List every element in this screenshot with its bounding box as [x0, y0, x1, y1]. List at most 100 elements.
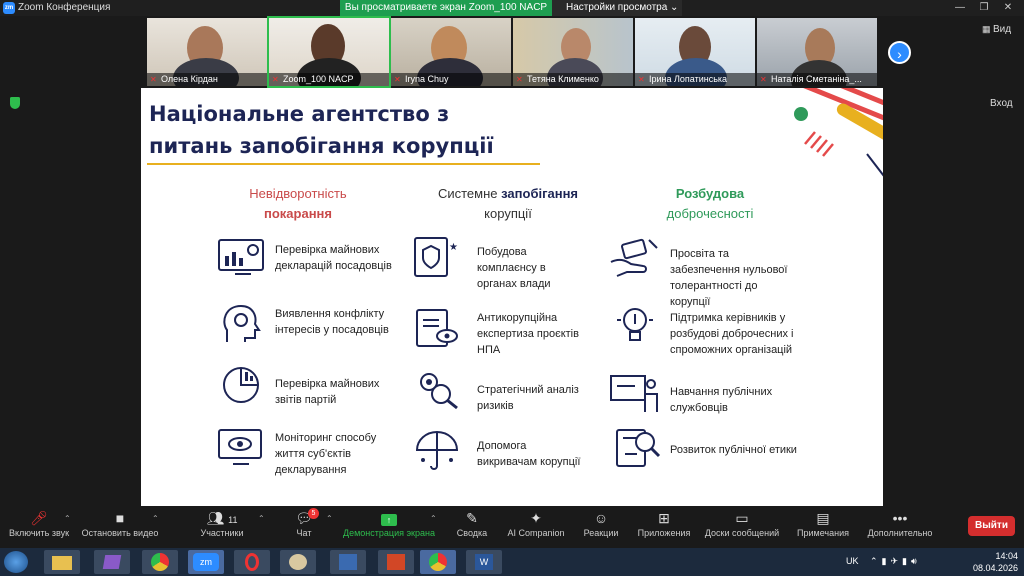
leave-button[interactable]: Выйти: [968, 516, 1015, 536]
participant-tile[interactable]: ✕ Тетяна Клименко: [513, 18, 633, 86]
column-header-integrity: Розбудова доброчесності: [625, 184, 795, 224]
toolbar-label: Реакции: [583, 528, 619, 538]
toolbar-label: Демонстрация экрана: [343, 528, 435, 538]
slide-title-line2: питань запобігання корупції: [149, 134, 494, 158]
item-text: Розвиток публічної етики: [670, 444, 797, 456]
item-text: Побудова комплаєнсу в органах влади: [477, 246, 551, 290]
ai-companion-button[interactable]: ✦ AI Companion: [504, 506, 568, 548]
powerpoint-icon[interactable]: [378, 550, 414, 574]
column-header-line: корупції: [484, 206, 532, 221]
mic-off-icon: ✕: [272, 75, 279, 84]
meeting-toolbar: 🎤︎ Включить звук ⌃ ■ Остановить видео ⌃ 👥︎…: [0, 506, 1024, 548]
share-screen-icon: ↑: [340, 506, 438, 528]
whiteboards-button[interactable]: ▭ Доски сообщений: [702, 506, 782, 548]
zoom-app-icon: zm: [3, 2, 15, 14]
view-settings-button[interactable]: Настройки просмотра ⌄: [552, 0, 682, 16]
media-app-icon[interactable]: [330, 550, 366, 574]
document-shield-icon: ★: [414, 237, 458, 277]
chat-icon: 💬︎: [295, 510, 313, 526]
column-header-line: Невідворотність: [249, 186, 347, 201]
participants-button[interactable]: 👥︎ 11 Участники: [192, 506, 252, 548]
item-text: Навчання публічних службовців: [670, 386, 773, 414]
word-icon[interactable]: W: [466, 550, 502, 574]
item-text: Стратегічний аналіз ризиків: [477, 384, 579, 412]
shared-slide: Національне агентство з питань запобіган…: [141, 88, 883, 506]
summary-icon: ✎: [466, 510, 478, 526]
apps-icon: ⊞: [658, 510, 670, 526]
sparkle-icon: ✦: [530, 510, 542, 526]
toolbar-label: Сводка: [456, 528, 488, 538]
zoom-taskbar-icon[interactable]: zm: [188, 550, 224, 574]
chevron-up-icon[interactable]: ⌃: [258, 514, 265, 523]
lightbulb-icon: [617, 308, 653, 341]
participant-tile[interactable]: ✕ Zoom_100 NACP: [267, 16, 391, 88]
exit-fullscreen-button[interactable]: Вход: [990, 98, 1013, 109]
clock-time: 14:04: [995, 551, 1018, 561]
participant-name: Ірина Лопатинська: [649, 74, 728, 84]
toolbar-label: Чат: [296, 528, 312, 538]
item-text: Підтримка керівників у розбудові доброче…: [670, 312, 794, 356]
summary-button[interactable]: ✎ Сводка: [452, 506, 492, 548]
mic-off-icon: ✕: [516, 75, 523, 84]
language-indicator[interactable]: UK: [846, 556, 859, 566]
item-text: Допомога викривачам корупції: [477, 440, 581, 468]
document-scales-icon: [616, 429, 661, 467]
slide-title-line1: Національне агентство з: [149, 102, 450, 126]
stop-video-button[interactable]: ■ Остановить видео: [80, 506, 160, 548]
item-text: Перевірка майнових декларацій посадовців: [275, 244, 392, 272]
participant-name: Наталія Сметаніна_...: [771, 74, 862, 84]
start-icon[interactable]: [4, 551, 28, 573]
chat-badge: 5: [308, 508, 319, 519]
more-button[interactable]: ••• Дополнительно: [862, 506, 938, 548]
mic-off-icon: ✕: [394, 75, 401, 84]
restore-icon[interactable]: ❐: [972, 0, 996, 16]
share-screen-button[interactable]: ↑ Демонстрация экрана: [340, 506, 438, 548]
participants-count: 11: [228, 515, 238, 525]
participant-tile[interactable]: ✕ Олена Кірдан: [147, 18, 267, 86]
reactions-button[interactable]: ☺ Реакции: [580, 506, 622, 548]
more-icon: •••: [892, 510, 908, 526]
notes-button[interactable]: ▤ Примечания: [792, 506, 854, 548]
column-header-line: доброчесності: [666, 206, 754, 221]
chrome-icon[interactable]: [142, 550, 178, 574]
mic-off-icon: ✕: [760, 75, 767, 84]
chevron-up-icon[interactable]: ⌃: [326, 514, 333, 523]
opera-icon[interactable]: [234, 550, 270, 574]
apps-button[interactable]: ⊞ Приложения: [636, 506, 692, 548]
window-title: Zoom Конференция: [18, 2, 111, 13]
chevron-up-icon[interactable]: ⌃: [152, 514, 159, 523]
item-text: Просвіта та забезпечення нульової толера…: [670, 248, 788, 308]
item-text: Моніторинг способу життя суб'єктів декла…: [275, 432, 377, 476]
participant-tile[interactable]: ✕ Iryna Chuy: [391, 18, 511, 86]
pie-chart-icon: [223, 367, 259, 403]
visual-studio-icon[interactable]: [94, 550, 130, 574]
smiley-icon: ☺: [593, 510, 609, 526]
minimize-icon[interactable]: —: [948, 0, 972, 16]
chevron-up-icon[interactable]: ⌃: [64, 514, 71, 523]
item-text: Антикорупційна експертиза проєктів НПА: [477, 312, 579, 356]
participant-tile[interactable]: ✕ Ірина Лопатинська: [635, 18, 755, 86]
close-icon[interactable]: ✕: [996, 0, 1020, 16]
tray-icons[interactable]: ⌃▮✈▮🔊︎: [870, 556, 921, 567]
participant-name: Олена Кірдан: [161, 74, 218, 84]
toolbar-label: Остановить видео: [81, 528, 159, 538]
view-button[interactable]: ▦ Вид: [982, 24, 1011, 35]
file-explorer-icon[interactable]: [44, 550, 80, 574]
clipboard-eye-icon: [416, 309, 458, 347]
next-page-icon[interactable]: ›: [888, 41, 911, 64]
paint-icon[interactable]: [280, 550, 316, 574]
column-header-punishment: Невідворотність покарання: [213, 184, 383, 224]
chevron-up-icon[interactable]: ⌃: [430, 514, 437, 523]
taskbar-clock[interactable]: 14:04 08.04.2026: [962, 550, 1018, 574]
participant-tile[interactable]: ✕ Наталія Сметаніна_...: [757, 18, 877, 86]
mic-off-icon: ✕: [150, 75, 157, 84]
gears-magnifier-icon: [420, 373, 458, 410]
eye-monitor-icon: [218, 429, 262, 465]
video-camera-icon: ■: [115, 510, 125, 526]
column-header-line: покарання: [264, 206, 332, 221]
unmute-button[interactable]: 🎤︎ Включить звук: [4, 506, 74, 548]
chrome-icon[interactable]: [420, 550, 456, 574]
whiteboard-icon: ▭: [735, 510, 749, 526]
participant-name: Zoom_100 NACP: [283, 74, 354, 84]
monitor-chart-icon: [218, 239, 264, 275]
